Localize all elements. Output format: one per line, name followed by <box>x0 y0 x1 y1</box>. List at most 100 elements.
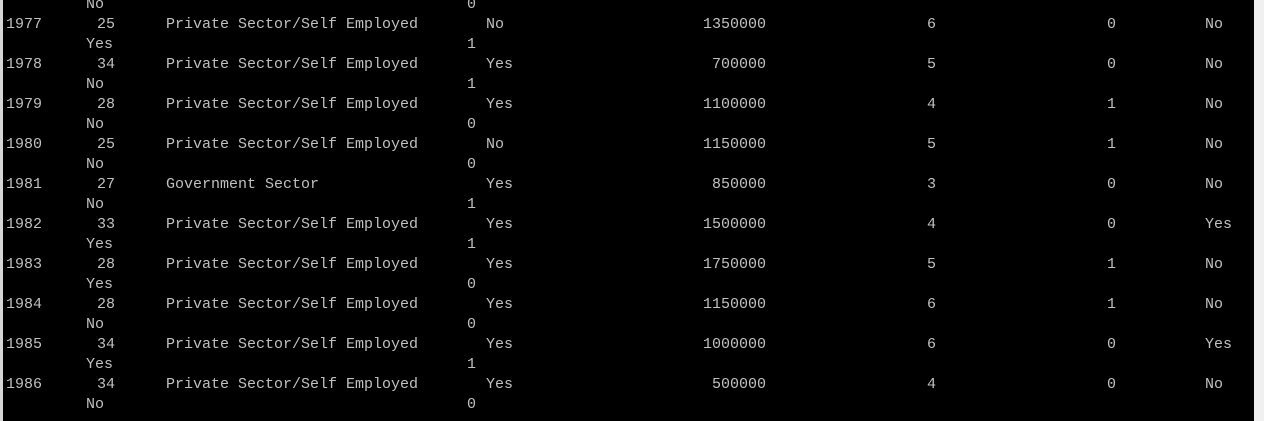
scrollbar[interactable] <box>1254 0 1264 421</box>
cell-frequent: No <box>1205 16 1224 33</box>
cell-sub-value: 1 <box>466 236 476 253</box>
cell-index: 1986 <box>6 376 43 393</box>
cell-members: 6 <box>926 16 936 33</box>
cell-index: 1984 <box>6 296 43 313</box>
cell-sub-text: No <box>86 316 105 333</box>
cell-frequent: No <box>1205 176 1224 193</box>
cell-index: 1977 <box>6 16 43 33</box>
cell-members: 4 <box>926 376 936 393</box>
cell-index: 1985 <box>6 336 43 353</box>
cell-sub-text: No <box>86 0 105 13</box>
cell-flag: Yes <box>486 336 514 353</box>
cell-sub-text: Yes <box>86 356 114 373</box>
cell-age: 34 <box>96 336 115 353</box>
cell-chronic: 0 <box>1106 336 1116 353</box>
cell-members: 5 <box>926 136 936 153</box>
cell-income: 850000 <box>711 176 766 193</box>
cell-index: 1983 <box>6 256 43 273</box>
cell-chronic: 1 <box>1106 296 1116 313</box>
cell-chronic: 1 <box>1106 256 1116 273</box>
terminal-window[interactable]: No 0 1977 25 Private Sector/Self Employed No 1… <box>0 0 1264 421</box>
cell-age: 25 <box>96 16 115 33</box>
cell-sector: Private Sector/Self Employed <box>166 136 419 153</box>
cell-age: 34 <box>96 56 115 73</box>
cell-members: 4 <box>926 216 936 233</box>
cell-members: 6 <box>926 336 936 353</box>
cell-age: 25 <box>96 136 115 153</box>
cell-flag: No <box>486 136 505 153</box>
cell-flag: Yes <box>486 256 514 273</box>
cell-sector: Private Sector/Self Employed <box>166 336 419 353</box>
cell-sub-text: Yes <box>86 276 114 293</box>
window-left-border <box>0 0 3 421</box>
cell-income: 700000 <box>711 56 766 73</box>
cell-index: 1982 <box>6 216 43 233</box>
cell-income: 500000 <box>711 376 766 393</box>
cell-sector: Private Sector/Self Employed <box>166 376 419 393</box>
cell-sector: Government Sector <box>166 176 320 193</box>
cell-sector: Private Sector/Self Employed <box>166 296 419 313</box>
cell-members: 5 <box>926 256 936 273</box>
cell-flag: Yes <box>486 216 514 233</box>
cell-chronic: 0 <box>1106 56 1116 73</box>
cell-index: 1981 <box>6 176 43 193</box>
cell-sub-value: 0 <box>466 396 476 413</box>
cell-chronic: 1 <box>1106 136 1116 153</box>
cell-sub-value: 1 <box>466 356 476 373</box>
cell-sector: Private Sector/Self Employed <box>166 96 419 113</box>
cell-age: 27 <box>96 176 115 193</box>
cell-sector: Private Sector/Self Employed <box>166 56 419 73</box>
cell-sub-value: 0 <box>466 116 476 133</box>
cell-frequent: No <box>1205 376 1224 393</box>
cell-members: 6 <box>926 296 936 313</box>
cell-sub-value: 1 <box>466 76 476 93</box>
cell-sub-text: No <box>86 196 105 213</box>
cell-sub-value: 1 <box>466 36 476 53</box>
cell-sub-text: No <box>86 76 105 93</box>
cell-income: 1750000 <box>702 256 766 273</box>
cell-chronic: 0 <box>1106 176 1116 193</box>
cell-income: 1100000 <box>702 96 766 113</box>
cell-sub-text: No <box>86 396 105 413</box>
cell-members: 3 <box>926 176 936 193</box>
cell-sub-value: 0 <box>466 316 476 333</box>
cell-age: 34 <box>96 376 115 393</box>
cell-sub-text: No <box>86 116 105 133</box>
cell-flag: Yes <box>486 176 514 193</box>
cell-age: 33 <box>96 216 115 233</box>
cell-members: 5 <box>926 56 936 73</box>
cell-frequent: No <box>1205 256 1224 273</box>
cell-flag: Yes <box>486 96 514 113</box>
cell-income: 1150000 <box>702 296 766 313</box>
cell-members: 4 <box>926 96 936 113</box>
cell-sub-value: 0 <box>466 0 476 13</box>
cell-sub-value: 1 <box>466 196 476 213</box>
cell-flag: Yes <box>486 296 514 313</box>
cell-sector: Private Sector/Self Employed <box>166 256 419 273</box>
cell-flag: No <box>486 16 505 33</box>
cell-frequent: No <box>1205 296 1224 313</box>
cell-chronic: 1 <box>1106 96 1116 113</box>
cell-income: 1500000 <box>702 216 766 233</box>
cell-sub-text: Yes <box>86 236 114 253</box>
cell-index: 1980 <box>6 136 43 153</box>
cell-age: 28 <box>96 296 115 313</box>
cell-frequent: Yes <box>1205 216 1233 233</box>
cell-frequent: No <box>1205 56 1224 73</box>
cell-flag: Yes <box>486 56 514 73</box>
cell-income: 1150000 <box>702 136 766 153</box>
cell-sector: Private Sector/Self Employed <box>166 216 419 233</box>
cell-frequent: No <box>1205 136 1224 153</box>
cell-chronic: 0 <box>1106 16 1116 33</box>
cell-chronic: 0 <box>1106 376 1116 393</box>
cell-sub-text: Yes <box>86 36 114 53</box>
cell-age: 28 <box>96 256 115 273</box>
cell-index: 1978 <box>6 56 43 73</box>
cell-sector: Private Sector/Self Employed <box>166 16 419 33</box>
cell-income: 1350000 <box>702 16 766 33</box>
cell-frequent: Yes <box>1205 336 1233 353</box>
cell-index: 1979 <box>6 96 43 113</box>
cell-sub-text: No <box>86 156 105 173</box>
cell-age: 28 <box>96 96 115 113</box>
cell-chronic: 0 <box>1106 216 1116 233</box>
